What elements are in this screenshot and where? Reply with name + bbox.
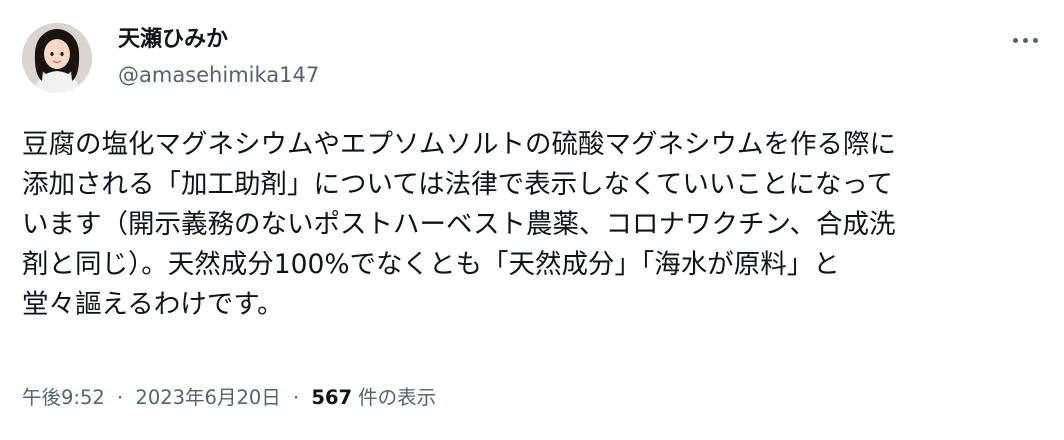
tweet-text-line: います（開示義務のないポストハーベスト農薬、コロナワクチン、合成洗: [22, 209, 896, 240]
tweet-text-line: 剤と同じ）。天然成分100%でなくとも「天然成分」「海水が原料」と: [22, 249, 840, 280]
user-handle[interactable]: @amasehimika147: [118, 61, 319, 89]
tweet-metadata: 午後9:52 · 2023年6月20日 · 567 件の表示: [22, 384, 436, 412]
meta-separator: ·: [117, 386, 124, 409]
ellipsis-icon: [1032, 37, 1038, 43]
meta-separator: ·: [292, 386, 300, 409]
ellipsis-icon: [1012, 37, 1018, 43]
more-options-button[interactable]: [1004, 26, 1046, 54]
tweet-text-line: 添加される「加工助剤」については法律で表示しなくていいことになって: [22, 169, 894, 200]
tweet-text-line: 堂々謳えるわけです。: [22, 289, 284, 320]
display-name[interactable]: 天瀬ひみか: [118, 25, 228, 55]
profile-photo-icon: [22, 23, 92, 93]
avatar[interactable]: [22, 23, 92, 93]
tweet-date-link[interactable]: 2023年6月20日: [135, 386, 280, 409]
tweet-text: 豆腐の塩化マグネシウムやエプソムソルトの硫酸マグネシウムを作る際に 添加される「…: [22, 125, 1052, 325]
tweet-text-line: 豆腐の塩化マグネシウムやエプソムソルトの硫酸マグネシウムを作る際に: [22, 129, 896, 160]
tweet-time-link[interactable]: 午後9:52: [22, 386, 105, 409]
views-label: 件の表示: [358, 386, 437, 409]
ellipsis-icon: [1022, 37, 1028, 43]
views-count: 567: [311, 386, 353, 409]
